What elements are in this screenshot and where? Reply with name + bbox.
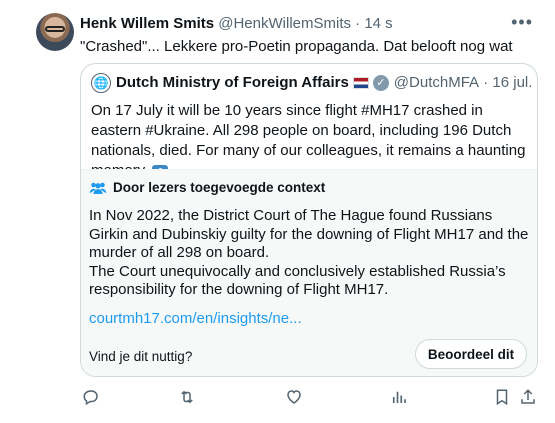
tweet-time[interactable]: · 14 s <box>355 15 393 32</box>
author-handle[interactable]: @HenkWillemSmits <box>218 15 351 32</box>
community-note: Door lezers toegevoegde context In Nov 2… <box>81 169 537 376</box>
note-paragraph-1: In Nov 2022, the District Court of The H… <box>89 207 529 261</box>
avatar[interactable] <box>36 13 74 51</box>
like-icon[interactable] <box>283 386 305 408</box>
views-icon[interactable] <box>388 386 410 408</box>
globe-avatar-icon[interactable]: 🌐 <box>91 73 111 93</box>
community-note-title: Door lezers toegevoegde context <box>89 180 325 195</box>
quoted-tweet[interactable]: 🌐 Dutch Ministry of Foreign Affairs ✓ @D… <box>80 63 538 377</box>
more-icon[interactable]: ••• <box>511 12 533 33</box>
people-icon <box>89 182 107 194</box>
note-source-link[interactable]: courtmh17.com/en/insights/ne... <box>89 310 302 327</box>
note-paragraph-2: The Court unequivocally and conclusively… <box>89 262 506 299</box>
retweet-icon[interactable] <box>176 386 198 408</box>
action-bar <box>80 386 540 408</box>
tweet-text: "Crashed"... Lekkere pro-Poetin propagan… <box>80 38 513 55</box>
netherlands-flag-icon <box>352 77 369 89</box>
quote-author-name[interactable]: Dutch Ministry of Foreign Affairs <box>116 73 349 93</box>
tweet-header: Henk Willem Smits @HenkWillemSmits · 14 … <box>80 15 393 33</box>
quote-date[interactable]: · 16 jul. <box>483 73 532 93</box>
author-name[interactable]: Henk Willem Smits <box>80 15 214 32</box>
helpful-question: Vind je dit nuttig? <box>89 349 193 364</box>
bookmark-icon[interactable] <box>491 386 513 408</box>
community-note-body: In Nov 2022, the District Court of The H… <box>89 207 533 300</box>
share-icon[interactable] <box>517 386 539 408</box>
community-note-title-text: Door lezers toegevoegde context <box>113 180 326 195</box>
rate-button[interactable]: Beoordeel dit <box>415 339 527 369</box>
quote-author-handle[interactable]: @DutchMFA <box>394 73 479 93</box>
verified-badge-icon: ✓ <box>372 75 389 91</box>
reply-icon[interactable] <box>80 386 102 408</box>
quote-header: 🌐 Dutch Ministry of Foreign Affairs ✓ @D… <box>91 73 532 93</box>
